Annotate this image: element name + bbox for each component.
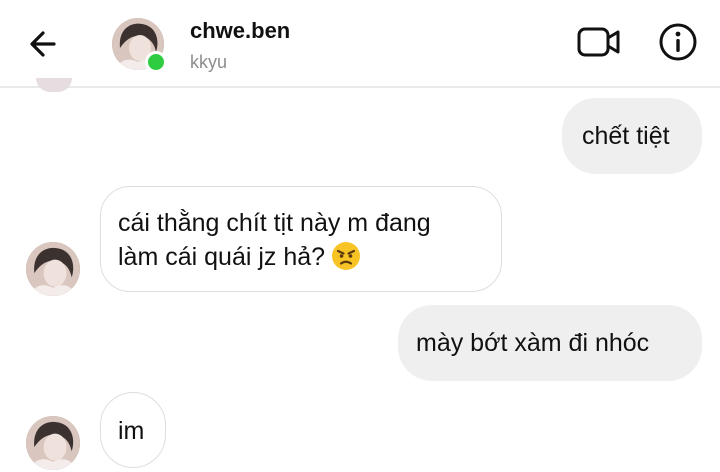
message-text-line: cái thằng chít tịt này m đang <box>118 209 431 237</box>
back-arrow-icon <box>30 31 56 57</box>
message-text: chết tiệt <box>582 122 670 150</box>
message-bubble-incoming[interactable]: im <box>100 392 166 468</box>
sender-avatar[interactable] <box>26 242 80 296</box>
message-bubble-outgoing[interactable]: mày bớt xàm đi nhóc <box>398 305 702 381</box>
message-bubble-outgoing[interactable]: chết tiệt <box>562 98 702 174</box>
info-icon <box>659 23 697 61</box>
back-button[interactable] <box>24 24 64 64</box>
online-status-dot <box>145 51 167 73</box>
info-button[interactable] <box>658 22 698 62</box>
avatar-photo <box>26 416 80 470</box>
avatar-photo <box>26 242 80 296</box>
message-bubble-incoming[interactable]: cái thằng chít tịt này m đang làm cái qu… <box>100 186 502 292</box>
message-text: mày bớt xàm đi nhóc <box>416 329 650 357</box>
video-camera-icon <box>577 27 620 57</box>
video-call-button[interactable] <box>576 24 622 60</box>
message-text-line: làm cái quái jz hả? <box>118 243 326 271</box>
angry-face-emoji <box>332 242 361 270</box>
partial-avatar <box>36 78 72 92</box>
message-text: im <box>118 417 145 445</box>
chat-header: chwe.ben kkyu <box>0 0 720 88</box>
sender-avatar[interactable] <box>26 416 80 470</box>
contact-name[interactable]: chwe.ben <box>190 18 290 44</box>
contact-username: kkyu <box>190 52 228 72</box>
